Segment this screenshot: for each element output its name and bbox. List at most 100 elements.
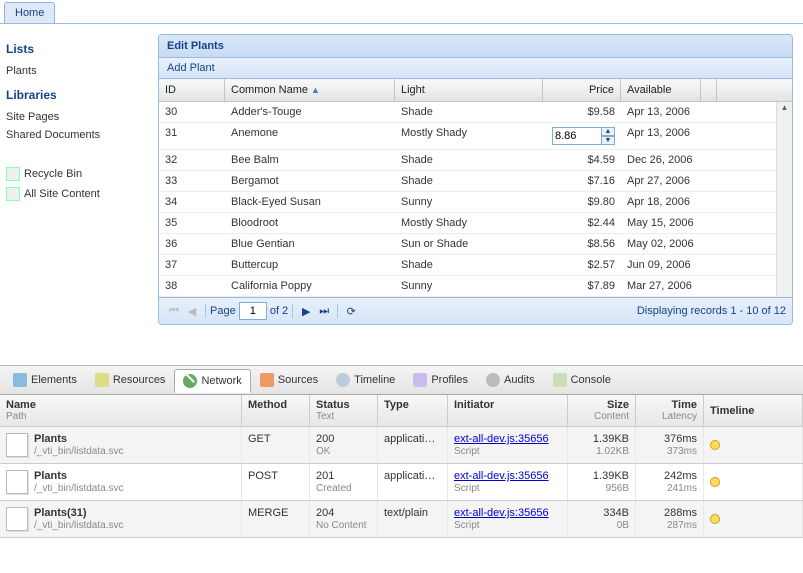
devtools-tab-profiles[interactable]: Profiles: [404, 368, 477, 392]
request-size: 1.39KB: [593, 470, 629, 482]
request-time: 288ms: [664, 507, 697, 519]
network-row[interactable]: Plants/_vti_bin/listdata.svc POST 201Cre…: [0, 464, 803, 501]
cell-available: May 15, 2006: [621, 213, 701, 233]
grid-header: ID Common Name▲ Light Price Available: [159, 79, 792, 102]
table-row[interactable]: 34 Black-Eyed Susan Sunny $9.80 Apr 18, …: [159, 192, 792, 213]
pager-page-input[interactable]: [239, 302, 267, 320]
cell-available: Apr 27, 2006: [621, 171, 701, 191]
sidebar-item-all-site-content[interactable]: All Site Content: [6, 184, 142, 204]
request-status-text: Created: [316, 483, 352, 494]
col-label: Initiator: [454, 399, 494, 411]
devtools-tab-audits[interactable]: Audits: [477, 368, 544, 392]
request-method: POST: [242, 464, 310, 500]
cell-name: Anemone: [225, 123, 395, 149]
devtools-tab-resources[interactable]: Resources: [86, 368, 175, 392]
cell-id: 35: [159, 213, 225, 233]
request-initiator-type: Script: [454, 483, 480, 494]
netcol-name[interactable]: NamePath: [0, 395, 242, 426]
cell-id: 30: [159, 102, 225, 122]
pager-next-icon[interactable]: ▶: [297, 302, 315, 320]
refresh-icon[interactable]: ⟳: [342, 302, 360, 320]
pager: ⏮ ◀ Page of 2 ▶ ⏭ ⟳ Displaying records 1…: [159, 297, 792, 324]
table-row[interactable]: 30 Adder's-Touge Shade $9.58 Apr 13, 200…: [159, 102, 792, 123]
cell-light: Sunny: [395, 192, 543, 212]
netcol-size[interactable]: SizeContent: [568, 395, 636, 426]
col-label: Type: [384, 399, 409, 411]
cell-available: Apr 13, 2006: [621, 102, 701, 122]
all-content-label: All Site Content: [24, 188, 100, 200]
request-name: Plants: [34, 470, 67, 482]
netcol-time[interactable]: TimeLatency: [636, 395, 704, 426]
pager-prev-icon[interactable]: ◀: [183, 302, 201, 320]
cell-light: Shade: [395, 102, 543, 122]
table-row[interactable]: 38 California Poppy Sunny $7.89 Mar 27, …: [159, 276, 792, 297]
request-latency: 287ms: [667, 520, 697, 531]
request-status: 201: [316, 470, 334, 482]
cell-price: $8.56: [543, 234, 621, 254]
sidebar-item-plants[interactable]: Plants: [6, 62, 142, 80]
audits-icon: [486, 373, 500, 387]
scroll-up-icon[interactable]: ▴: [777, 102, 792, 118]
cell-price: $9.58: [543, 102, 621, 122]
request-content-size: 956B: [606, 483, 629, 494]
table-row[interactable]: 37 Buttercup Shade $2.57 Jun 09, 2006: [159, 255, 792, 276]
column-light[interactable]: Light: [395, 79, 543, 101]
cell-price: $4.59: [543, 150, 621, 170]
timeline-marker-icon: [710, 440, 720, 450]
sidebar-item-shared-documents[interactable]: Shared Documents: [6, 126, 142, 144]
column-available[interactable]: Available: [621, 79, 701, 101]
request-status: 204: [316, 507, 334, 519]
column-id[interactable]: ID: [159, 79, 225, 101]
pager-page-label: Page: [210, 305, 236, 317]
network-row[interactable]: Plants(31)/_vti_bin/listdata.svc MERGE 2…: [0, 501, 803, 538]
cell-name: Black-Eyed Susan: [225, 192, 395, 212]
elements-icon: [13, 373, 27, 387]
table-row[interactable]: 35 Bloodroot Mostly Shady $2.44 May 15, …: [159, 213, 792, 234]
request-type: application...: [378, 464, 448, 500]
netcol-method[interactable]: Method: [242, 395, 310, 426]
devtools-tabs: Elements Resources Network Sources Timel…: [0, 366, 803, 395]
devtools-tab-network[interactable]: Network: [174, 369, 250, 393]
netcol-timeline[interactable]: Timeline: [704, 395, 803, 426]
pager-first-icon[interactable]: ⏮: [165, 302, 183, 320]
sidebar-heading-libraries: Libraries: [6, 88, 142, 102]
devtools-tab-timeline[interactable]: Timeline: [327, 368, 404, 392]
cell-name: Adder's-Touge: [225, 102, 395, 122]
table-row[interactable]: 33 Bergamot Shade $7.16 Apr 27, 2006: [159, 171, 792, 192]
spinner-up-icon[interactable]: ▲: [601, 127, 615, 136]
netcol-type[interactable]: Type: [378, 395, 448, 426]
cell-price: $7.16: [543, 171, 621, 191]
pager-info: Displaying records 1 - 10 of 12: [637, 305, 786, 317]
tab-home[interactable]: Home: [4, 2, 55, 23]
spinner-down-icon[interactable]: ▼: [601, 136, 615, 145]
devtools-tab-console[interactable]: Console: [544, 368, 620, 392]
sidebar-item-site-pages[interactable]: Site Pages: [6, 108, 142, 126]
request-name: Plants: [34, 433, 67, 445]
netcol-initiator[interactable]: Initiator: [448, 395, 568, 426]
price-input[interactable]: [552, 127, 602, 145]
devtools-tab-elements[interactable]: Elements: [4, 368, 86, 392]
sidebar-item-recycle-bin[interactable]: Recycle Bin: [6, 164, 142, 184]
tab-label: Audits: [504, 374, 535, 386]
request-initiator-link[interactable]: ext-all-dev.js:35656: [454, 470, 549, 482]
network-table: NamePath Method StatusText Type Initiato…: [0, 395, 803, 538]
devtools-tab-sources[interactable]: Sources: [251, 368, 327, 392]
pager-last-icon[interactable]: ⏭: [315, 302, 333, 320]
request-method: GET: [242, 427, 310, 463]
tab-label: Elements: [31, 374, 77, 386]
table-row[interactable]: 32 Bee Balm Shade $4.59 Dec 26, 2006: [159, 150, 792, 171]
request-initiator-link[interactable]: ext-all-dev.js:35656: [454, 507, 549, 519]
table-row[interactable]: 36 Blue Gentian Sun or Shade $8.56 May 0…: [159, 234, 792, 255]
cell-name: California Poppy: [225, 276, 395, 296]
column-common-name[interactable]: Common Name▲: [225, 79, 395, 101]
netcol-status[interactable]: StatusText: [310, 395, 378, 426]
grid-scrollbar[interactable]: ▴: [776, 102, 792, 297]
cell-light: Shade: [395, 171, 543, 191]
table-row[interactable]: 31 Anemone Mostly Shady ▲ ▼: [159, 123, 792, 150]
cell-available: Jun 09, 2006: [621, 255, 701, 275]
add-plant-button[interactable]: Add Plant: [167, 62, 215, 74]
network-row[interactable]: Plants/_vti_bin/listdata.svc GET 200OK a…: [0, 427, 803, 464]
sort-asc-icon: ▲: [311, 85, 320, 95]
request-initiator-link[interactable]: ext-all-dev.js:35656: [454, 433, 549, 445]
column-price[interactable]: Price: [543, 79, 621, 101]
